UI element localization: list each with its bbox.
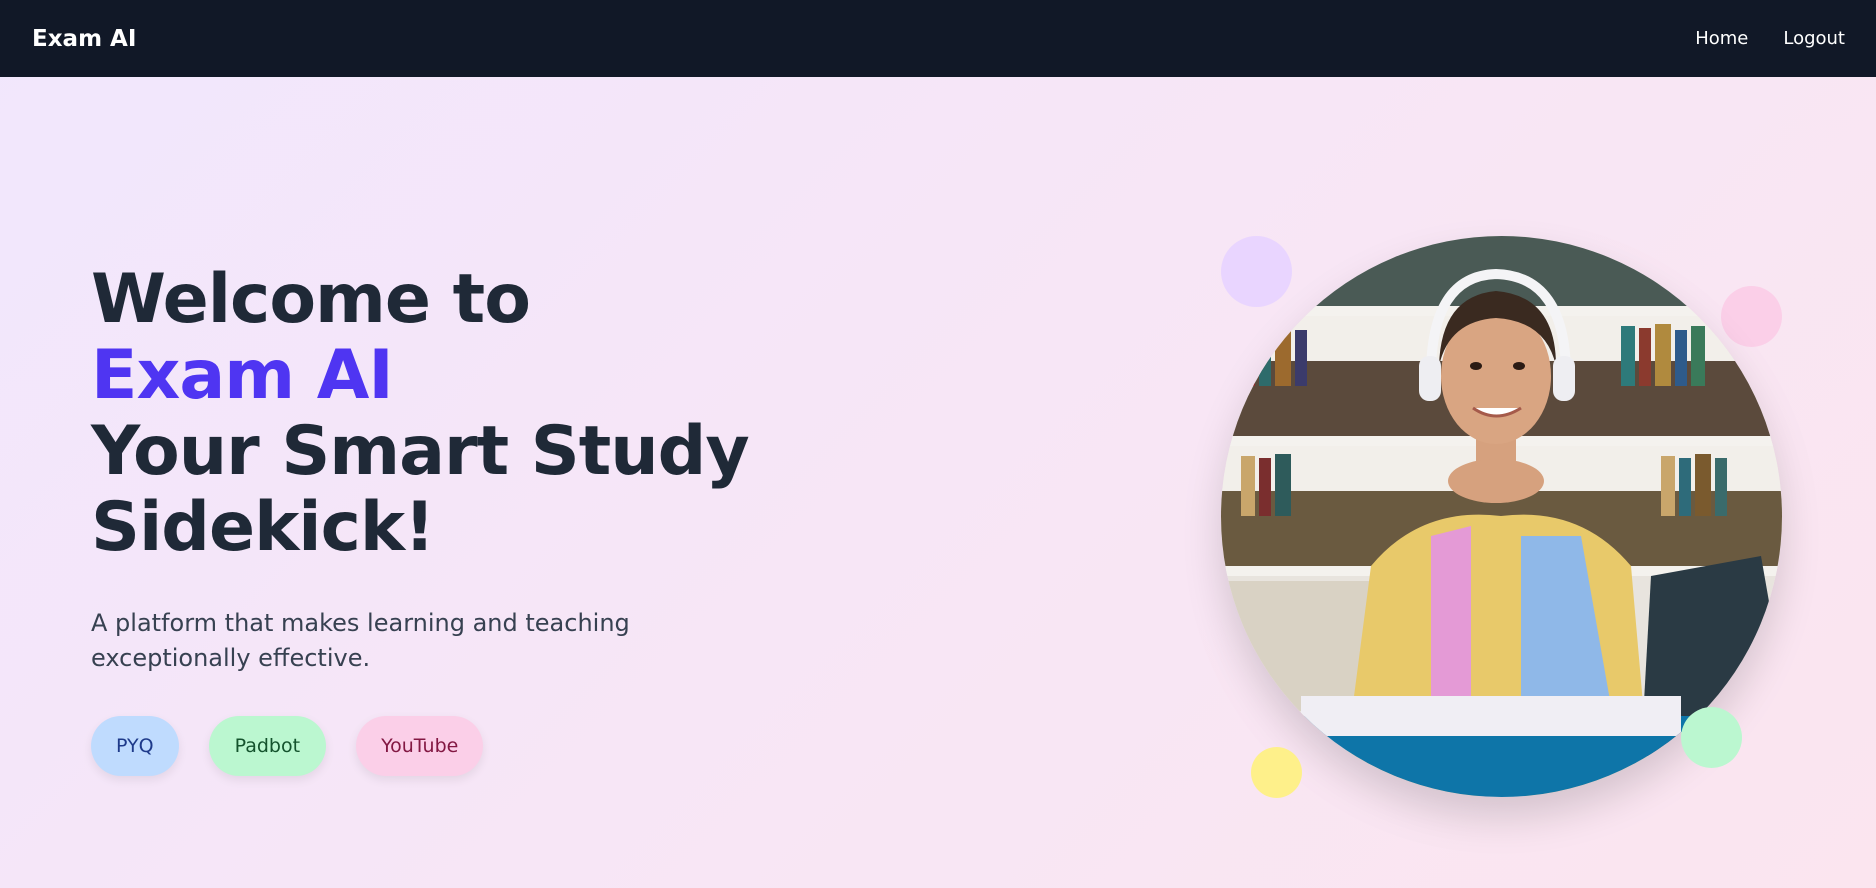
decor-circle-pink: [1721, 286, 1782, 347]
decor-circle-purple: [1221, 236, 1292, 307]
top-navbar: Exam AI Home Logout: [0, 0, 1876, 77]
headline-line-4: Sidekick!: [91, 488, 435, 567]
decor-circle-yellow: [1251, 747, 1302, 798]
headline-brand: Exam AI: [91, 336, 394, 415]
headline-line-3: Your Smart Study: [91, 412, 750, 491]
hero-section: Welcome to Exam AI Your Smart Study Side…: [91, 262, 791, 776]
padbot-button[interactable]: Padbot: [208, 716, 327, 776]
decor-circle-green: [1681, 707, 1742, 768]
nav-links: Home Logout: [1695, 28, 1845, 49]
nav-logout-link[interactable]: Logout: [1783, 28, 1845, 49]
hero-buttons: PYQ Padbot YouTube: [91, 716, 791, 776]
hero-subtitle: A platform that makes learning and teach…: [91, 609, 630, 672]
pyq-button[interactable]: PYQ: [91, 716, 179, 776]
brand-logo[interactable]: Exam AI: [32, 26, 136, 52]
youtube-button[interactable]: YouTube: [356, 716, 484, 776]
headline-line-1: Welcome to: [91, 260, 531, 339]
nav-home-link[interactable]: Home: [1695, 28, 1748, 49]
hero-headline: Welcome to Exam AI Your Smart Study Side…: [91, 262, 791, 566]
